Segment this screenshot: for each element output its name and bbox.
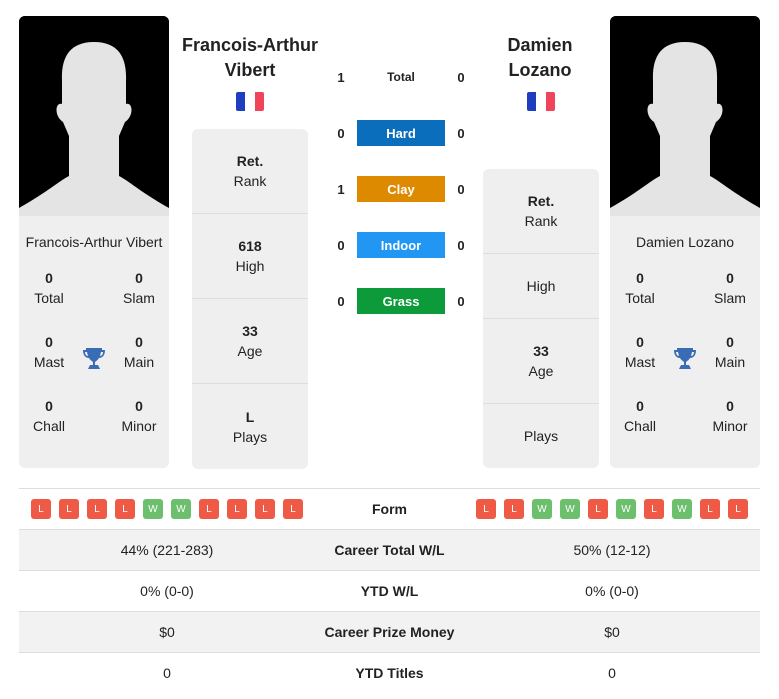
player2-value: 0 — [608, 665, 616, 681]
player2-value: 50% (12-12) — [573, 542, 651, 558]
player1-form: LLLLWWLLLL — [19, 499, 315, 519]
player1-value: 44% (221-283) — [120, 542, 214, 558]
form-win-badge[interactable]: W — [616, 499, 636, 519]
table-row: 44% (221-283) Career Total W/L 50% (12-1… — [19, 529, 760, 570]
form-loss-badge[interactable]: L — [87, 499, 107, 519]
player2-form: LLWWLWLWLL — [464, 499, 760, 519]
silhouette-icon — [19, 16, 169, 216]
table-row: 0% (0-0) YTD W/L 0% (0-0) — [19, 570, 760, 611]
silhouette-icon — [610, 16, 760, 216]
player2-value: $0 — [604, 624, 620, 640]
row-label: Career Total W/L — [334, 542, 445, 558]
clay-surface-button[interactable]: Clay — [357, 176, 445, 202]
row-label: YTD W/L — [360, 583, 419, 599]
player1-info-card: Ret. Rank 618 High 33 Age L Plays — [192, 129, 308, 469]
h2h-grass: 0 Grass 0 — [330, 288, 472, 314]
form-loss-badge[interactable]: L — [59, 499, 79, 519]
player1-plays: L Plays — [232, 408, 268, 445]
player1-main-titles: 0 Main — [123, 334, 155, 370]
player1-minor-titles: 0 Minor — [121, 398, 157, 434]
trophy-icon — [670, 332, 700, 396]
hard-surface-button[interactable]: Hard — [357, 120, 445, 146]
row-label: Career Prize Money — [324, 624, 455, 640]
player1-titles-card: Francois-Arthur Vibert 0 Total 0 Slam 0 Mas… — [19, 216, 169, 468]
h2h-total: 1 Total 0 — [337, 69, 465, 85]
player2-name[interactable]: Damien Lozano — [610, 216, 760, 268]
form-loss-badge[interactable]: L — [255, 499, 275, 519]
player2-age: 33 Age — [483, 319, 599, 404]
player1-high: 618 High — [192, 214, 308, 299]
stats-table: LLLLWWLLLL Form LLWWLWLWLL 44% (221-283)… — [19, 488, 760, 693]
player2-info-card: Ret. Rank High 33 Age Plays — [483, 169, 599, 468]
form-label: Form — [372, 501, 407, 517]
player1-flag-france-icon — [236, 92, 264, 111]
player2-heading[interactable]: Damien Lozano — [470, 33, 610, 83]
player2-rank: Ret. Rank — [483, 169, 599, 254]
form-loss-badge[interactable]: L — [504, 499, 524, 519]
player2-flag-france-icon — [527, 92, 555, 111]
player2-mast-titles: 0 Mast — [624, 334, 656, 370]
player2-plays: Plays — [523, 428, 559, 444]
player2-main-titles: 0 Main — [714, 334, 746, 370]
form-win-badge[interactable]: W — [532, 499, 552, 519]
table-row: $0 Career Prize Money $0 — [19, 611, 760, 652]
player2-titles-card: Damien Lozano 0 Total 0 Slam 0 Mast 0 Main 0… — [610, 216, 760, 468]
player1-slam-titles: 0 Slam — [123, 270, 155, 306]
trophy-icon — [79, 332, 109, 396]
grass-surface-button[interactable]: Grass — [357, 288, 445, 314]
h2h-indoor: 0 Indoor 0 — [330, 232, 472, 258]
player1-value: 0% (0-0) — [140, 583, 194, 599]
form-loss-badge[interactable]: L — [728, 499, 748, 519]
player1-photo — [19, 16, 169, 216]
player2-value: 0% (0-0) — [585, 583, 639, 599]
player1-rank: Ret. Rank — [192, 129, 308, 214]
player2-chall-titles: 0 Chall — [624, 398, 656, 434]
form-loss-badge[interactable]: L — [644, 499, 664, 519]
player1-value: $0 — [159, 624, 175, 640]
player2-photo — [610, 16, 760, 216]
form-loss-badge[interactable]: L — [476, 499, 496, 519]
player2-minor-titles: 0 Minor — [712, 398, 748, 434]
player1-heading[interactable]: Francois-Arthur Vibert — [176, 33, 324, 83]
indoor-surface-button[interactable]: Indoor — [357, 232, 445, 258]
player1-total-titles: 0 Total — [34, 270, 64, 306]
player2-high: High — [483, 254, 599, 319]
player1-chall-titles: 0 Chall — [33, 398, 65, 434]
player1-name[interactable]: Francois-Arthur Vibert — [19, 216, 169, 268]
form-loss-badge[interactable]: L — [283, 499, 303, 519]
form-row: LLLLWWLLLL Form LLWWLWLWLL — [19, 488, 760, 529]
player1-age: 33 Age — [192, 299, 308, 384]
table-row: 0 YTD Titles 0 — [19, 652, 760, 693]
h2h-clay: 1 Clay 0 — [330, 176, 472, 202]
form-loss-badge[interactable]: L — [700, 499, 720, 519]
form-loss-badge[interactable]: L — [31, 499, 51, 519]
player2-slam-titles: 0 Slam — [714, 270, 746, 306]
player1-value: 0 — [163, 665, 171, 681]
player2-total-titles: 0 Total — [625, 270, 655, 306]
form-win-badge[interactable]: W — [560, 499, 580, 519]
form-loss-badge[interactable]: L — [227, 499, 247, 519]
form-win-badge[interactable]: W — [171, 499, 191, 519]
form-win-badge[interactable]: W — [672, 499, 692, 519]
form-loss-badge[interactable]: L — [115, 499, 135, 519]
form-loss-badge[interactable]: L — [199, 499, 219, 519]
h2h-hard: 0 Hard 0 — [330, 120, 472, 146]
row-label: YTD Titles — [355, 665, 424, 681]
player1-mast-titles: 0 Mast — [33, 334, 65, 370]
form-loss-badge[interactable]: L — [588, 499, 608, 519]
form-win-badge[interactable]: W — [143, 499, 163, 519]
